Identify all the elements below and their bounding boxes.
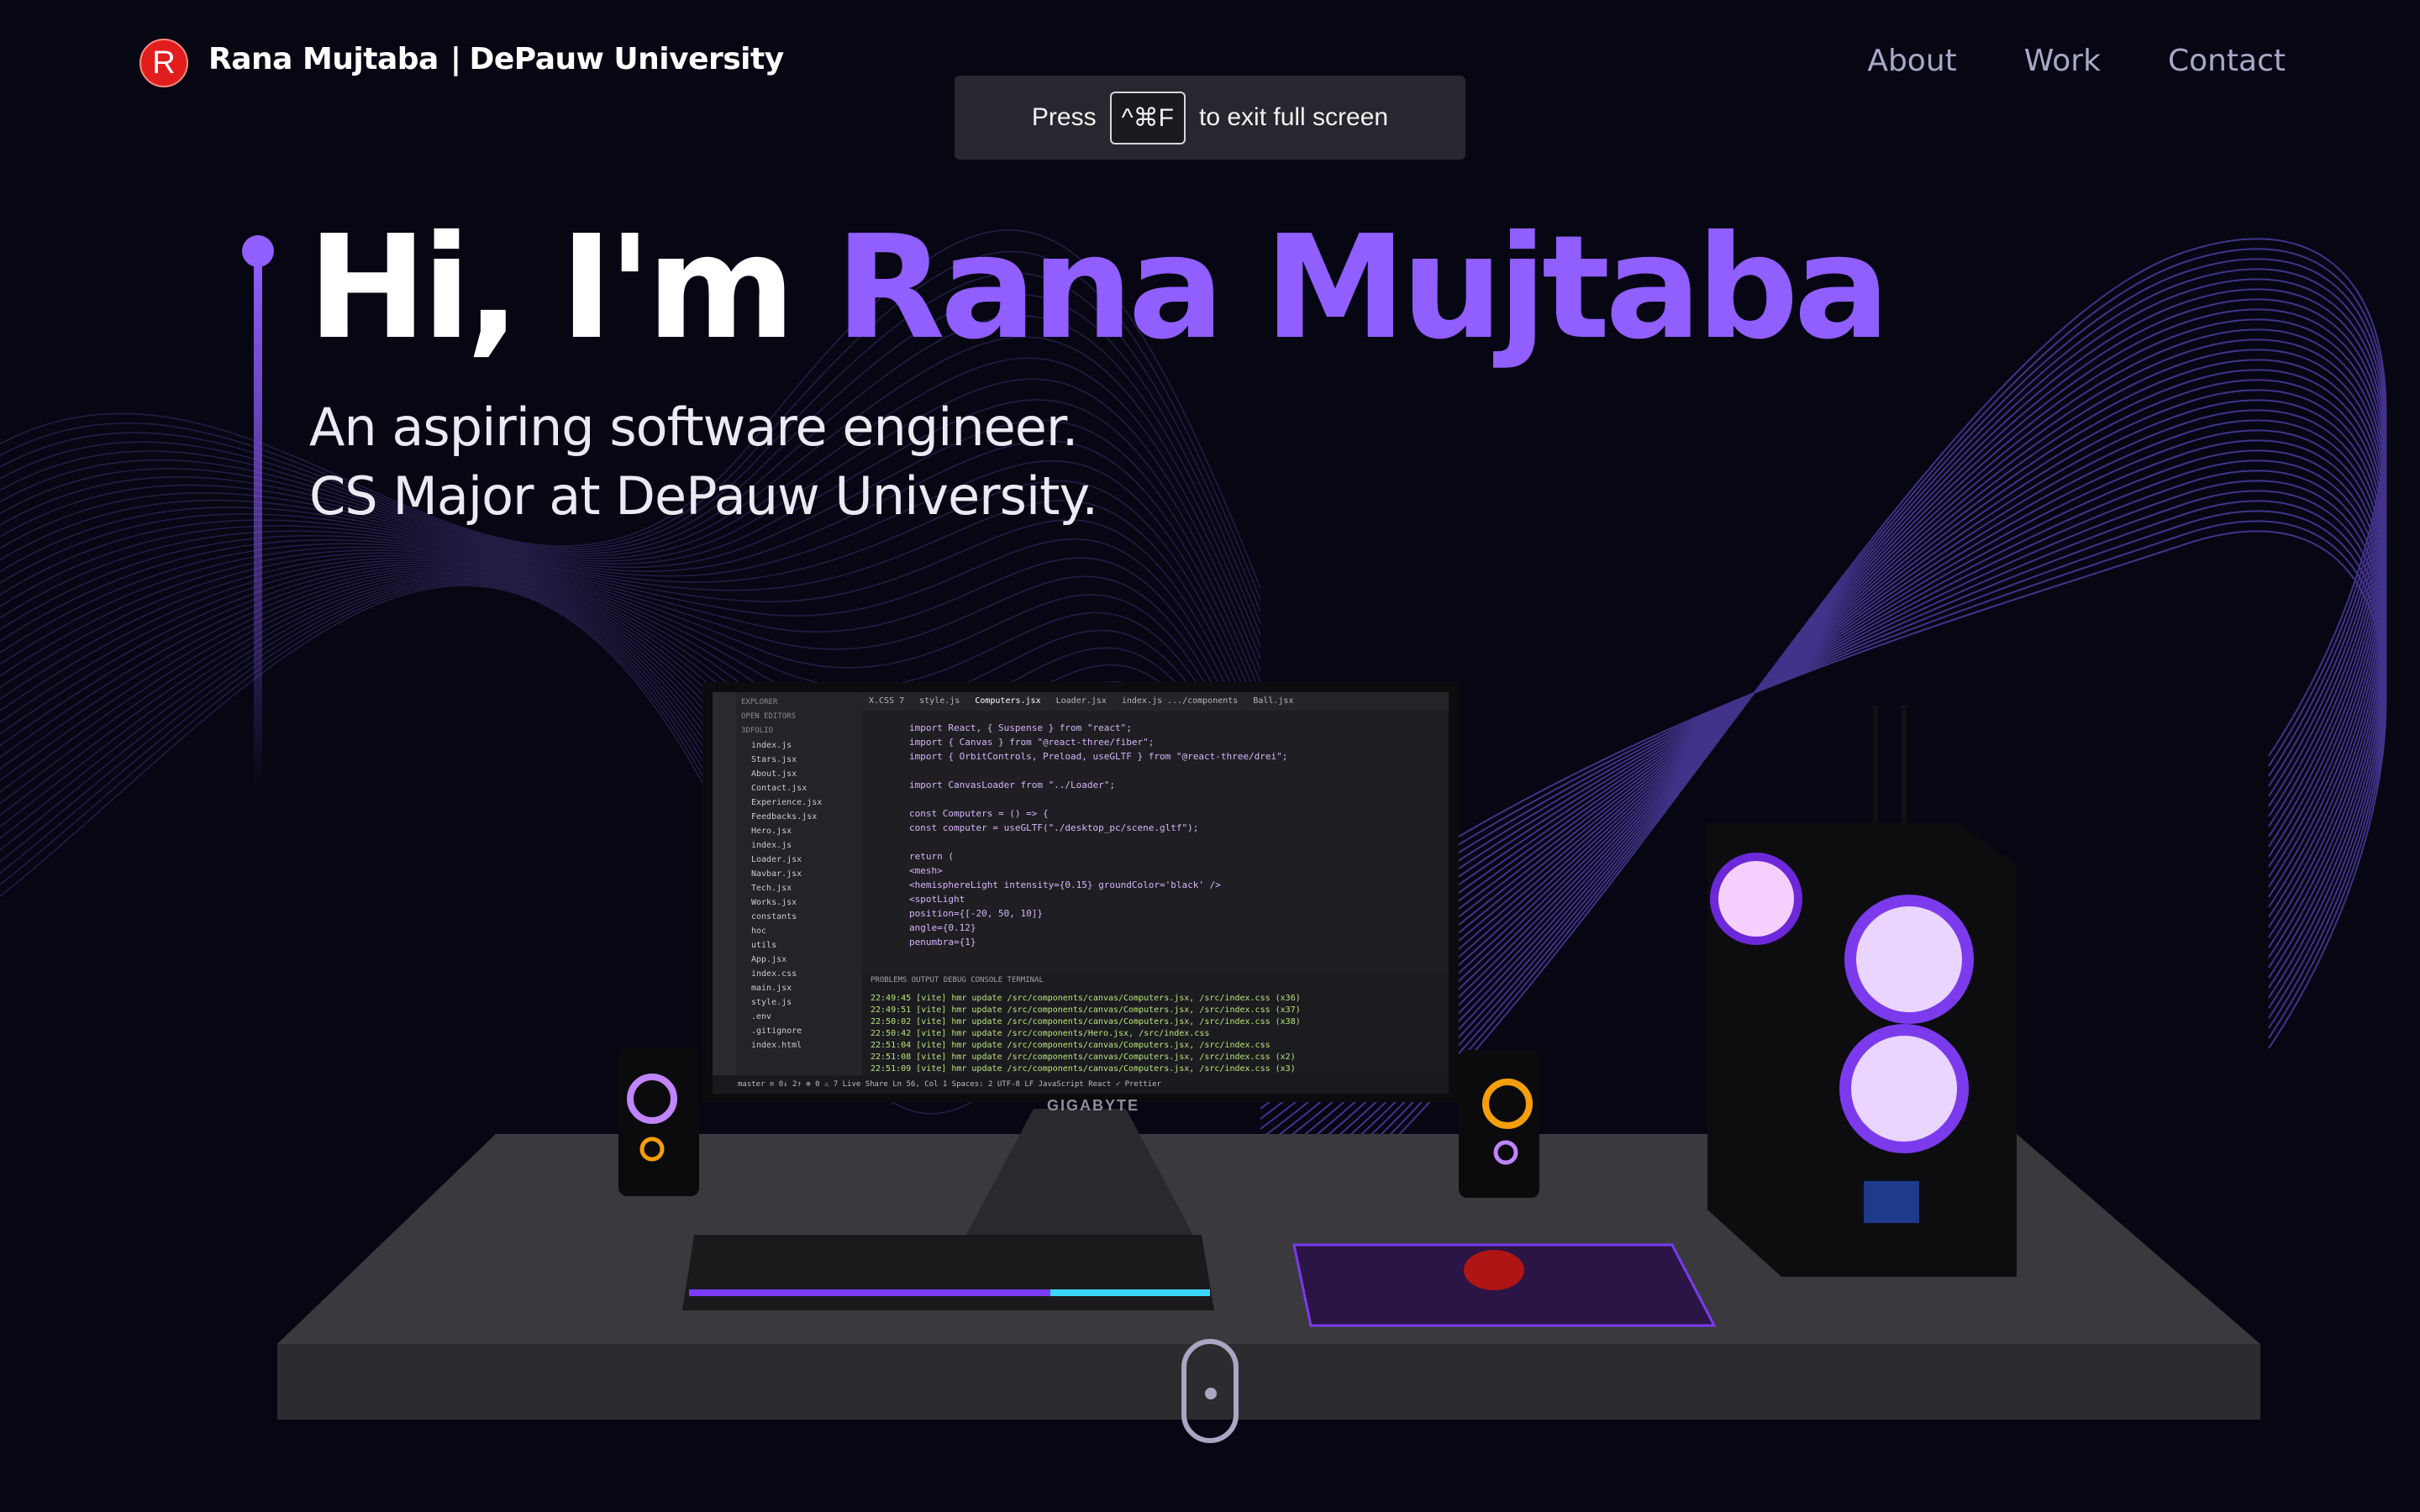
pc-fan-side [1710,853,1802,945]
hero-title: Hi, I'm Rana Mujtaba [308,210,1890,367]
code-line: const Computers = () => { [909,808,1049,819]
code-line: position={[-20, 50, 10]} [909,908,1043,919]
desk-front [277,1344,2260,1420]
editor-activity-bar [713,692,736,1094]
file-item: Loader.jsx [751,855,802,864]
file-item: Hero.jsx [751,827,792,836]
hero-name: Rana Mujtaba [834,205,1890,371]
toast-prefix: Press [1031,103,1097,131]
file-item: .env [751,1012,772,1021]
pc-fan-bottom [1839,1024,1969,1153]
code-line: <spotLight [909,894,965,905]
file-item: Experience.jsx [751,798,823,807]
file-item: index.html [751,1041,802,1050]
scroll-dot [1205,1388,1217,1399]
file-item: Feedbacks.jsx [751,812,818,822]
code-line: const computer = useGLTF("./desktop_pc/s… [909,822,1199,833]
hero-subtitle: An aspiring software engineer. CS Major … [309,393,1098,531]
keyboard-rgb-strip-2 [1050,1289,1210,1296]
terminal-line: 22:51:04 [vite] hmr update /src/componen… [871,1041,1270,1050]
editor-explorer: EXPLORER OPEN EDITORS 3DFOLIO index.js S… [736,692,862,1094]
editor-tab: X.CSS 7 [869,696,905,706]
code-line: import CanvasLoader from "../Loader"; [909,780,1116,790]
file-item: main.jsx [751,984,792,993]
logo-circle-icon[interactable]: R [139,39,188,87]
monitor-screen: EXPLORER OPEN EDITORS 3DFOLIO index.js S… [708,687,1454,1099]
file-item: Navbar.jsx [751,869,802,879]
code-line: penumbra={1} [909,937,976,948]
folder-item: constants [751,912,797,921]
brand-name: Rana Mujtaba [208,42,439,76]
editor-status-bar: master ⊙ 0↓ 2↑ ⊗ 0 ⚠ 7 Live Share Ln 56,… [713,1075,1449,1094]
pc-display [1864,1181,1919,1223]
editor-tab: index.js .../components [1121,696,1239,706]
editor-tab: Ball.jsx [1253,696,1294,706]
editor-tab: Loader.jsx [1055,696,1107,706]
explorer-header: EXPLORER [741,698,778,706]
hero-subtitle-line2: CS Major at DePauw University. [309,465,1098,527]
toast-suffix: to exit full screen [1198,103,1389,131]
editor-tabs: X.CSS 7 style.js Computers.jsx Loader.js… [862,692,1449,711]
file-item: About.jsx [751,769,797,779]
open-editors-header: OPEN EDITORS [741,712,797,721]
brand-affiliation: DePauw University [469,42,784,76]
terminal-line: 22:50:02 [vite] hmr update /src/componen… [871,1017,1301,1026]
folder-item: utils [751,941,777,950]
terminal-tabs: PROBLEMS OUTPUT DEBUG CONSOLE TERMINAL [871,976,1044,984]
file-item: style.js [751,998,792,1007]
nav-contact-link[interactable]: Contact [2168,44,2286,78]
terminal-line: 22:51:08 [vite] hmr update /src/componen… [871,1053,1296,1062]
monitor-brand: GIGABYTE [1047,1097,1140,1114]
editor-code: import React, { Suspense } from "react";… [862,721,1449,973]
file-item: Works.jsx [751,898,797,907]
code-line: import React, { Suspense } from "react"; [909,722,1132,733]
mouse-scroll-icon[interactable] [1181,1339,1239,1443]
editor-terminal: PROBLEMS OUTPUT DEBUG CONSOLE TERMINAL 2… [862,973,1449,1075]
code-line: <mesh> [909,865,943,876]
brand-separator: | [450,42,461,76]
shortcut-key: ^⌘F [1109,91,1186,144]
file-item: App.jsx [751,955,787,964]
file-item: index.js [751,741,792,750]
terminal-line: 22:49:45 [vite] hmr update /src/componen… [871,994,1301,1003]
nav-links: About Work Contact [1867,44,2286,78]
terminal-line: 22:51:09 [vite] hmr update /src/componen… [871,1064,1296,1074]
terminal-line: 22:49:51 [vite] hmr update /src/componen… [871,1005,1301,1015]
code-line: <hemisphereLight intensity={0.15} ground… [909,879,1221,890]
file-item: index.css [751,969,797,979]
file-item: Stars.jsx [751,755,797,764]
folder-item: hoc [751,927,767,936]
hero-subtitle-line1: An aspiring software engineer. [309,396,1078,458]
editor-tab-active: Computers.jsx [975,696,1041,706]
nav-work-link[interactable]: Work [2024,44,2101,78]
fullscreen-toast: Press ^⌘F to exit full screen [955,76,1465,160]
mouse [1464,1250,1524,1290]
file-item: index.js [751,841,792,850]
monitor-stand [966,1109,1193,1235]
code-line: import { OrbitControls, Preload, useGLTF… [909,751,1288,762]
keyboard-rgb-strip [689,1289,1059,1296]
code-line: return ( [909,851,954,862]
file-item: Tech.jsx [751,884,792,893]
code-line: import { Canvas } from "@react-three/fib… [909,737,1155,748]
hero-greeting: Hi, I'm [308,205,796,371]
terminal-line: 22:50:42 [vite] hmr update /src/componen… [871,1029,1210,1038]
file-item: .gitignore [751,1026,802,1036]
nav-about-link[interactable]: About [1867,44,1956,78]
file-item: Contact.jsx [751,784,808,793]
project-folder: 3DFOLIO [741,727,773,735]
pc-fan-top [1844,895,1974,1024]
editor-tab: style.js [919,696,960,706]
brand-title[interactable]: Rana Mujtaba | DePauw University [208,42,784,76]
code-line: angle={0.12} [909,922,976,933]
keyboard [682,1235,1214,1310]
